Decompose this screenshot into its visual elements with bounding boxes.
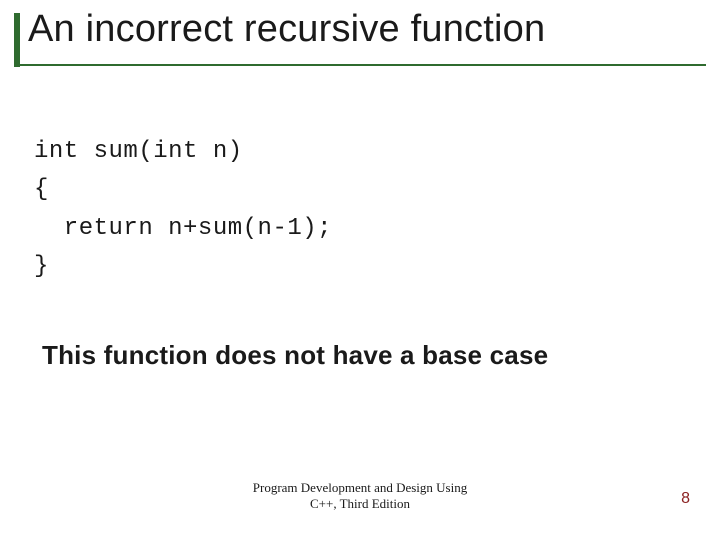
footer: Program Development and Design Using C++… [0, 480, 720, 513]
footer-line-2: C++, Third Edition [0, 496, 720, 512]
slide: An incorrect recursive function int sum(… [0, 0, 720, 540]
code-line-4: } [34, 248, 332, 286]
code-line-3: return n+sum(n-1); [34, 210, 332, 248]
slide-title: An incorrect recursive function [28, 8, 545, 51]
title-underline [14, 64, 706, 66]
code-line-1: int sum(int n) [34, 133, 332, 171]
code-block: int sum(int n) { return n+sum(n-1); } [34, 133, 332, 287]
slide-caption: This function does not have a base case [42, 340, 548, 371]
code-line-2: { [34, 171, 332, 209]
page-number: 8 [681, 490, 690, 508]
title-accent-bar [14, 13, 20, 67]
footer-line-1: Program Development and Design Using [0, 480, 720, 496]
